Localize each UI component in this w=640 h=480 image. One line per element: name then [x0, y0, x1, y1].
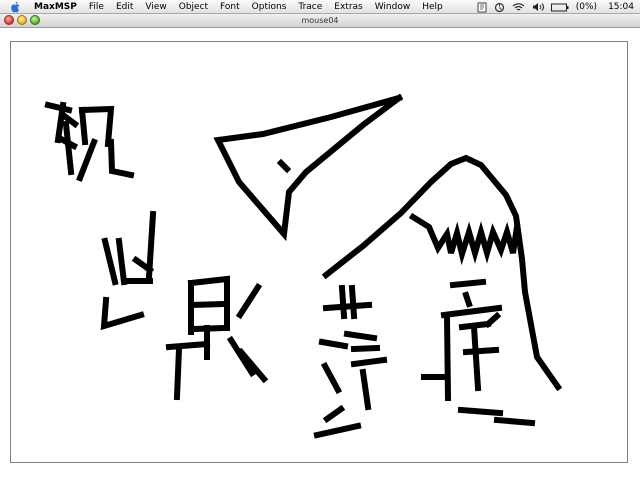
- stroke-se-1: [101, 237, 119, 286]
- stroke-se-4: [145, 210, 157, 281]
- script-icon[interactable]: [477, 2, 487, 13]
- stroke-i-1: [322, 301, 373, 312]
- stroke-san-3: [440, 304, 503, 319]
- stroke-san-6: [462, 346, 500, 356]
- drawing-canvas[interactable]: [10, 41, 628, 463]
- mouse-drawing: [44, 93, 563, 439]
- stroke-san-4: [443, 313, 452, 402]
- menu-object[interactable]: Object: [173, 0, 214, 14]
- stroke-san-10: [493, 416, 536, 427]
- stroke-kai-10: [235, 282, 263, 320]
- menu-bar: MaxMSP File Edit View Object Font Option…: [0, 0, 640, 14]
- stroke-wedge-eye: [276, 158, 292, 174]
- stroke-i-7: [350, 344, 381, 353]
- wifi-icon[interactable]: [512, 2, 525, 12]
- menu-file[interactable]: File: [83, 0, 110, 14]
- stroke-i-8: [350, 356, 388, 368]
- menu-options[interactable]: Options: [246, 0, 293, 14]
- menu-extras[interactable]: Extras: [328, 0, 368, 14]
- stroke-fuji-ridge: [321, 154, 563, 392]
- stroke-i-3: [348, 284, 358, 320]
- stroke-i-9: [359, 368, 372, 411]
- stroke-shuku-9: [107, 138, 135, 179]
- battery-icon[interactable]: [550, 3, 569, 12]
- stroke-i-6: [343, 330, 378, 342]
- menu-bar-status: (0%) 15:04: [477, 0, 634, 14]
- stroke-shuku-4: [62, 120, 75, 176]
- stroke-san-11: [483, 311, 502, 329]
- stroke-san-9: [457, 406, 504, 417]
- menu-help[interactable]: Help: [416, 0, 449, 14]
- menu-app-name[interactable]: MaxMSP: [30, 0, 83, 14]
- sync-icon[interactable]: [494, 2, 505, 13]
- stroke-shuku-7: [78, 106, 89, 146]
- volume-icon[interactable]: [532, 2, 544, 12]
- menu-window[interactable]: Window: [369, 0, 417, 14]
- window-title: mouse04: [301, 16, 339, 25]
- battery-percent: (0%): [575, 2, 598, 12]
- menu-trace[interactable]: Trace: [292, 0, 328, 14]
- apple-icon[interactable]: [10, 1, 22, 13]
- menu-font[interactable]: Font: [214, 0, 246, 14]
- stroke-i-4: [318, 338, 349, 350]
- stroke-fuji-snow: [408, 212, 521, 266]
- stroke-se-2: [115, 237, 128, 286]
- window-titlebar[interactable]: mouse04: [0, 14, 640, 28]
- stroke-kai-3: [187, 300, 229, 309]
- stroke-wedge: [213, 93, 404, 242]
- stroke-shuku-5: [58, 135, 79, 151]
- stroke-san-7: [470, 323, 482, 392]
- stroke-se-6: [100, 296, 145, 331]
- stroke-i-2: [338, 284, 348, 320]
- menu-clock[interactable]: 15:04: [608, 0, 634, 14]
- stroke-shuku-8: [76, 138, 98, 182]
- stroke-i-10: [322, 404, 346, 424]
- menu-bar-left: MaxMSP File Edit View Object Font Option…: [0, 0, 449, 14]
- stroke-san-1: [449, 278, 487, 289]
- stroke-i-5: [320, 361, 343, 395]
- stroke-san-2: [462, 291, 473, 308]
- stroke-kai-7: [173, 345, 183, 401]
- menu-edit[interactable]: Edit: [110, 0, 139, 14]
- menu-view[interactable]: View: [139, 0, 172, 14]
- stroke-i-11: [313, 422, 362, 439]
- stroke-kai-6: [165, 340, 211, 351]
- patcher-window: mouse04: [0, 14, 640, 480]
